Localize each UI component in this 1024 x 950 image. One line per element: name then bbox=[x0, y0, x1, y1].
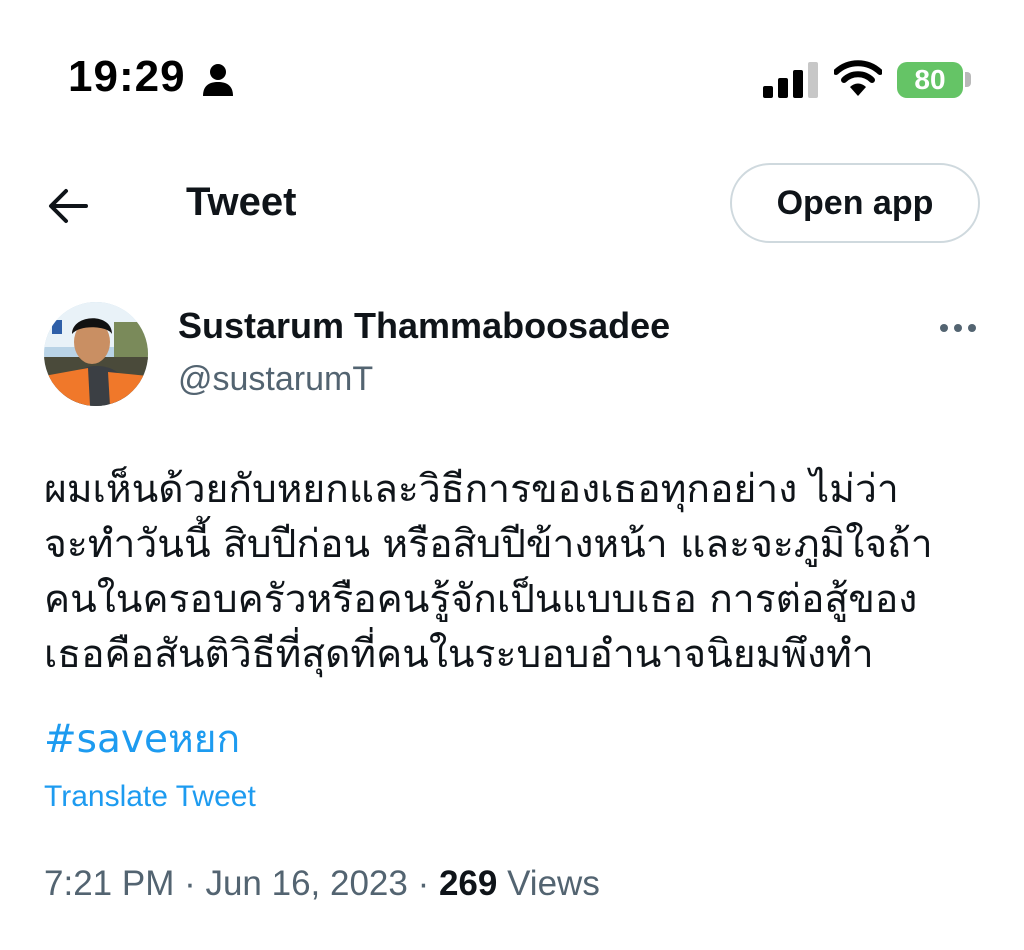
avatar[interactable] bbox=[44, 302, 148, 406]
wifi-icon bbox=[834, 60, 882, 96]
author-display-name[interactable]: Sustarum Thammaboosadee bbox=[178, 305, 670, 347]
person-icon bbox=[203, 64, 233, 96]
signal-icon bbox=[763, 62, 818, 98]
views-label: Views bbox=[497, 864, 600, 903]
author-handle[interactable]: @sustarumT bbox=[178, 360, 373, 399]
back-arrow-icon[interactable] bbox=[44, 182, 92, 230]
tweet-text-line: เธอคือสันติวิธีที่สุดที่คนในระบอบอำนาจนิ… bbox=[44, 632, 874, 677]
tweet-text-line: จะทำวันนี้ สิบปีก่อน หรือสิบปีข้างหน้า แ… bbox=[44, 522, 933, 567]
status-time: 19:29 bbox=[68, 52, 186, 101]
battery-cap bbox=[965, 72, 971, 87]
views-count[interactable]: 269 bbox=[439, 864, 497, 903]
tweet-text: ผมเห็นด้วยกับหยกและวิธีการของเธอทุกอย่าง… bbox=[44, 462, 994, 682]
hashtag-link[interactable]: #saveหยก bbox=[44, 708, 240, 770]
tweet-meta: 7:21 PM · Jun 16, 2023 · 269 Views bbox=[44, 864, 600, 904]
tweet-timestamp[interactable]: 7:21 PM · Jun 16, 2023 · bbox=[44, 864, 439, 903]
translate-tweet-link[interactable]: Translate Tweet bbox=[44, 780, 256, 814]
page-title: Tweet bbox=[186, 180, 297, 224]
tweet-text-line: คนในครอบครัวหรือคนรู้จักเป็นแบบเธอ การต่… bbox=[44, 577, 918, 622]
tweet-text-line: ผมเห็นด้วยกับหยกและวิธีการของเธอทุกอย่าง… bbox=[44, 467, 899, 512]
more-icon[interactable] bbox=[938, 318, 978, 338]
avatar-image bbox=[44, 302, 148, 406]
battery-level: 80 bbox=[914, 64, 946, 95]
open-app-button[interactable]: Open app bbox=[730, 163, 980, 243]
battery-icon: 80 bbox=[897, 62, 963, 98]
status-bar: 19:29 80 bbox=[0, 0, 1024, 150]
